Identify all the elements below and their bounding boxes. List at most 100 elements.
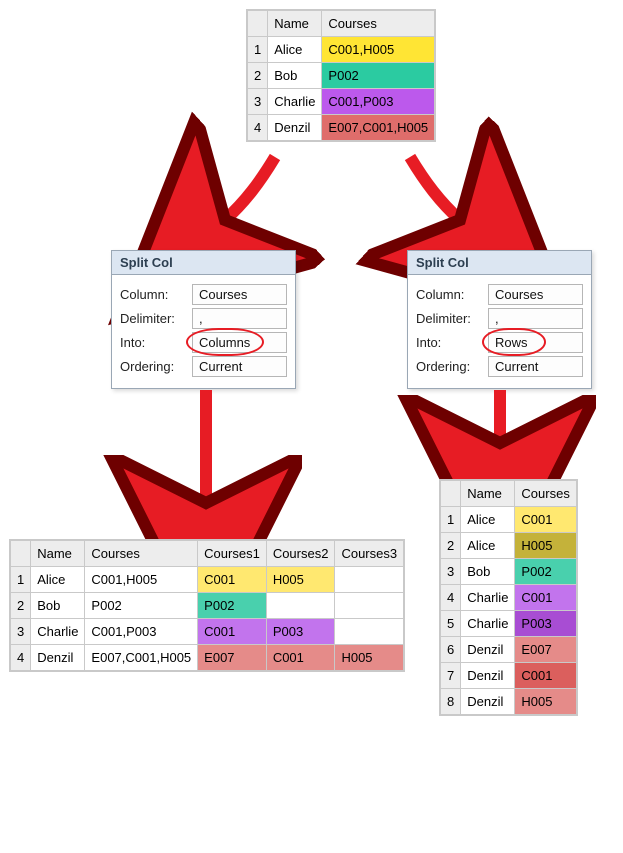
row-number: 1 <box>248 37 268 63</box>
label-delimiter: Delimiter: <box>416 311 480 326</box>
result-rows-grid: Name Courses 1 Alice C001 2 Alice H005 3… <box>440 480 577 715</box>
cell-courses: C001 <box>515 585 576 611</box>
cell-courses: E007,C001,H005 <box>85 645 198 671</box>
row-number: 2 <box>441 533 461 559</box>
row-number: 7 <box>441 663 461 689</box>
row-number: 1 <box>11 567 31 593</box>
label-ordering: Ordering: <box>120 359 184 374</box>
col-courses-header: Courses <box>322 11 435 37</box>
cell-courses: E007,C001,H005 <box>322 115 435 141</box>
table-row: 2 Bob P002 <box>248 63 435 89</box>
cell-c2: C001 <box>266 645 335 671</box>
cell-courses: C001,P003 <box>85 619 198 645</box>
table-row: 2 Bob P002 P002 <box>11 593 404 619</box>
table-row: 1 Alice C001,H005 C001 H005 <box>11 567 404 593</box>
row-number: 4 <box>441 585 461 611</box>
label-delimiter: Delimiter: <box>120 311 184 326</box>
result-rows-table: Name Courses 1 Alice C001 2 Alice H005 3… <box>440 480 577 715</box>
cell-c1: C001 <box>198 619 267 645</box>
arrow-icon <box>400 152 480 242</box>
cell-courses: H005 <box>515 533 576 559</box>
table-row: 3 Charlie C001,P003 <box>248 89 435 115</box>
dropdown-ordering[interactable]: Current <box>488 356 583 377</box>
dropdown-column[interactable]: Courses <box>192 284 287 305</box>
cell-courses: P002 <box>85 593 198 619</box>
arrow-icon <box>186 385 226 525</box>
cell-name: Denzil <box>461 689 515 715</box>
label-ordering: Ordering: <box>416 359 480 374</box>
split-col-panel-columns: Split Col Column: Courses Delimiter: , I… <box>111 250 296 389</box>
table-row: 1 Alice C001,H005 <box>248 37 435 63</box>
label-into: Into: <box>120 335 184 350</box>
cell-c2 <box>266 593 335 619</box>
table-row: 4 Charlie C001 <box>441 585 577 611</box>
col-name-header: Name <box>268 11 322 37</box>
cell-c1: C001 <box>198 567 267 593</box>
table-row: 3 Charlie C001,P003 C001 P003 <box>11 619 404 645</box>
cell-name: Charlie <box>461 585 515 611</box>
split-col-panel-rows: Split Col Column: Courses Delimiter: , I… <box>407 250 592 389</box>
label-into: Into: <box>416 335 480 350</box>
row-number: 3 <box>11 619 31 645</box>
arrow-icon <box>480 385 520 465</box>
cell-name: Alice <box>461 533 515 559</box>
source-table: Name Courses 1 Alice C001,H005 2 Bob P00… <box>247 10 435 141</box>
table-row: 3 Bob P002 <box>441 559 577 585</box>
col-header: Courses <box>85 541 198 567</box>
cell-courses: C001,H005 <box>322 37 435 63</box>
result-columns-table: Name Courses Courses1 Courses2 Courses3 … <box>10 540 404 671</box>
col-header: Courses2 <box>266 541 335 567</box>
col-header: Name <box>461 481 515 507</box>
row-number: 4 <box>11 645 31 671</box>
cell-courses: P002 <box>322 63 435 89</box>
cell-c3 <box>335 593 404 619</box>
table-row: 2 Alice H005 <box>441 533 577 559</box>
col-header: Name <box>31 541 85 567</box>
result-columns-grid: Name Courses Courses1 Courses2 Courses3 … <box>10 540 404 671</box>
dropdown-ordering[interactable]: Current <box>192 356 287 377</box>
row-number: 8 <box>441 689 461 715</box>
input-delimiter[interactable]: , <box>488 308 583 329</box>
row-number: 2 <box>248 63 268 89</box>
label-column: Column: <box>416 287 480 302</box>
cell-name: Denzil <box>461 663 515 689</box>
table-row: 5 Charlie P003 <box>441 611 577 637</box>
dropdown-column[interactable]: Courses <box>488 284 583 305</box>
cell-name: Bob <box>461 559 515 585</box>
cell-name: Bob <box>31 593 85 619</box>
table-row: 8 Denzil H005 <box>441 689 577 715</box>
row-number: 5 <box>441 611 461 637</box>
row-number: 1 <box>441 507 461 533</box>
corner <box>441 481 461 507</box>
cell-courses: C001,H005 <box>85 567 198 593</box>
cell-c2: H005 <box>266 567 335 593</box>
input-delimiter[interactable]: , <box>192 308 287 329</box>
dropdown-into[interactable]: Rows <box>488 332 583 353</box>
row-number: 6 <box>441 637 461 663</box>
cell-c1: P002 <box>198 593 267 619</box>
cell-name: Alice <box>31 567 85 593</box>
cell-name: Charlie <box>31 619 85 645</box>
row-number: 2 <box>11 593 31 619</box>
corner <box>248 11 268 37</box>
cell-c2: P003 <box>266 619 335 645</box>
panel-title: Split Col <box>408 251 591 275</box>
cell-name: Denzil <box>31 645 85 671</box>
table-row: 4 Denzil E007,C001,H005 E007 C001 H005 <box>11 645 404 671</box>
cell-name: Charlie <box>268 89 322 115</box>
cell-name: Alice <box>268 37 322 63</box>
cell-name: Denzil <box>268 115 322 141</box>
table-row: 6 Denzil E007 <box>441 637 577 663</box>
cell-courses: C001 <box>515 507 576 533</box>
table-row: 4 Denzil E007,C001,H005 <box>248 115 435 141</box>
cell-c3 <box>335 567 404 593</box>
cell-name: Charlie <box>461 611 515 637</box>
dropdown-into[interactable]: Columns <box>192 332 287 353</box>
row-number: 3 <box>248 89 268 115</box>
cell-courses: P002 <box>515 559 576 585</box>
label-column: Column: <box>120 287 184 302</box>
table-row: 7 Denzil C001 <box>441 663 577 689</box>
col-header: Courses3 <box>335 541 404 567</box>
table-row: 1 Alice C001 <box>441 507 577 533</box>
col-header: Courses <box>515 481 576 507</box>
